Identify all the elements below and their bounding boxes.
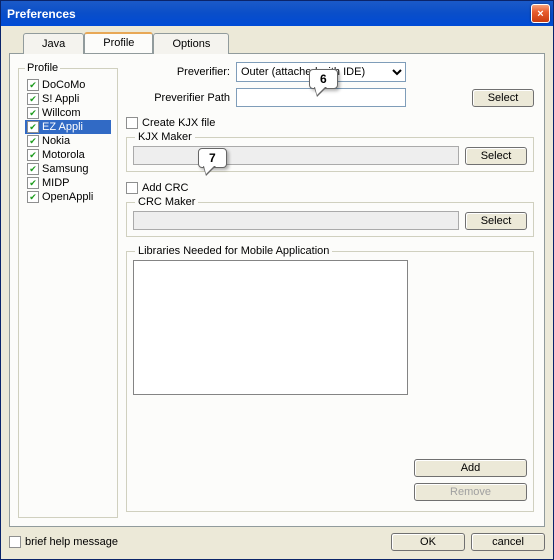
crc-maker-legend: CRC Maker	[135, 196, 198, 208]
footer: brief help message OK cancel	[9, 527, 545, 551]
create-kjx-label: Create KJX file	[142, 117, 215, 129]
tab-java[interactable]: Java	[23, 33, 84, 54]
libraries-add-button[interactable]: Add	[414, 459, 527, 477]
kjx-maker-path	[133, 146, 459, 165]
close-button[interactable]: ×	[531, 4, 550, 23]
kjx-maker-legend: KJX Maker	[135, 131, 195, 143]
crc-maker-group: CRC Maker Select	[126, 202, 534, 237]
profile-item-checkbox[interactable]: ✔	[27, 121, 39, 133]
brief-help-checkbox[interactable]	[9, 536, 21, 548]
profile-item-checkbox[interactable]: ✔	[27, 149, 39, 161]
cancel-button[interactable]: cancel	[471, 533, 545, 551]
profile-item[interactable]: ✔Willcom	[25, 106, 111, 120]
brief-help-label: brief help message	[25, 536, 118, 548]
window-body: Java Profile Options Profile ✔DoCoMo✔S! …	[1, 26, 553, 559]
ok-button[interactable]: OK	[391, 533, 465, 551]
callout-7: 7	[198, 148, 227, 168]
profile-item-label: MIDP	[42, 177, 70, 189]
profile-item-label: EZ Appli	[42, 121, 83, 133]
libraries-legend: Libraries Needed for Mobile Application	[135, 245, 332, 257]
profile-item-label: Samsung	[42, 163, 88, 175]
preverifier-select-button[interactable]: Select	[472, 89, 534, 107]
crc-select-button[interactable]: Select	[465, 212, 527, 230]
profile-item[interactable]: ✔OpenAppli	[25, 190, 111, 204]
libraries-listbox[interactable]	[133, 260, 408, 395]
profile-item-checkbox[interactable]: ✔	[27, 163, 39, 175]
profile-item-checkbox[interactable]: ✔	[27, 79, 39, 91]
right-pane: 6 7 Preverifier: Outer (attached with ID…	[126, 62, 536, 518]
libraries-remove-button[interactable]: Remove	[414, 483, 527, 501]
tab-profile[interactable]: Profile	[84, 32, 153, 53]
kjx-select-button[interactable]: Select	[465, 147, 527, 165]
profile-item[interactable]: ✔S! Appli	[25, 92, 111, 106]
profile-item[interactable]: ✔Nokia	[25, 134, 111, 148]
profile-item-label: Motorola	[42, 149, 85, 161]
profile-item-checkbox[interactable]: ✔	[27, 107, 39, 119]
profile-item[interactable]: ✔MIDP	[25, 176, 111, 190]
tab-panel-profile: Profile ✔DoCoMo✔S! Appli✔Willcom✔EZ Appl…	[9, 53, 545, 527]
window-title: Preferences	[7, 7, 76, 21]
profile-item-checkbox[interactable]: ✔	[27, 93, 39, 105]
title-bar: Preferences ×	[1, 1, 553, 26]
profile-legend: Profile	[25, 62, 60, 74]
profile-list: Profile ✔DoCoMo✔S! Appli✔Willcom✔EZ Appl…	[18, 62, 118, 518]
crc-maker-path	[133, 211, 459, 230]
add-crc-label: Add CRC	[142, 182, 188, 194]
preferences-window: Preferences × Java Profile Options Profi…	[0, 0, 554, 560]
profile-item[interactable]: ✔EZ Appli	[25, 120, 111, 134]
add-crc-checkbox[interactable]	[126, 182, 138, 194]
profile-item-checkbox[interactable]: ✔	[27, 177, 39, 189]
profile-item-label: Nokia	[42, 135, 70, 147]
profile-item-label: S! Appli	[42, 93, 79, 105]
profile-item-label: OpenAppli	[42, 191, 93, 203]
profile-item-label: Willcom	[42, 107, 81, 119]
callout-6: 6	[309, 69, 338, 89]
libraries-group: Libraries Needed for Mobile Application …	[126, 251, 534, 512]
tabs: Java Profile Options	[23, 32, 545, 53]
profile-item[interactable]: ✔Motorola	[25, 148, 111, 162]
profile-item-label: DoCoMo	[42, 79, 85, 91]
profile-item[interactable]: ✔DoCoMo	[25, 78, 111, 92]
close-icon: ×	[537, 8, 543, 20]
create-kjx-checkbox[interactable]	[126, 117, 138, 129]
tab-options[interactable]: Options	[153, 33, 229, 54]
profile-item-checkbox[interactable]: ✔	[27, 191, 39, 203]
profile-item-checkbox[interactable]: ✔	[27, 135, 39, 147]
preverifier-label: Preverifier:	[126, 66, 230, 78]
profile-item[interactable]: ✔Samsung	[25, 162, 111, 176]
kjx-maker-group: KJX Maker Select	[126, 137, 534, 172]
preverifier-path-label: Preverifier Path	[126, 92, 230, 104]
